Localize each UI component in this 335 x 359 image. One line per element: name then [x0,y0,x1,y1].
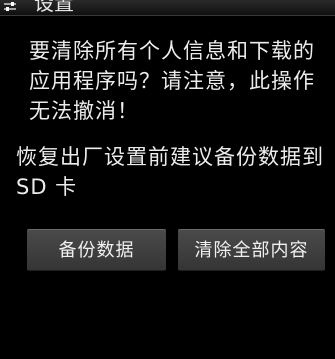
title-bar: 设置 [0,0,335,16]
warning-line: 无法撤消！ [29,99,139,123]
factory-reset-screen: 设置 要清除所有个人信息和下载的 应用程序吗？请注意，此操作 无法撤消！ 恢复出… [0,0,335,359]
warning-line: 要清除所有个人信息和下载的 [29,39,315,63]
warning-line: 应用程序吗？请注意，此操作 [29,69,315,93]
backup-data-button[interactable]: 备份数据 [27,229,166,271]
backup-note-line: SD 卡 [16,175,78,199]
erase-all-button[interactable]: 清除全部内容 [178,229,325,271]
backup-note-line: 恢复出厂设置前建议备份数据到 [16,145,324,169]
reset-warning-text: 要清除所有个人信息和下载的 应用程序吗？请注意，此操作 无法撤消！ [29,36,329,126]
settings-sliders-icon [2,0,18,12]
backup-recommendation-text: 恢复出厂设置前建议备份数据到 SD 卡 [16,142,331,202]
page-title: 设置 [34,0,74,15]
